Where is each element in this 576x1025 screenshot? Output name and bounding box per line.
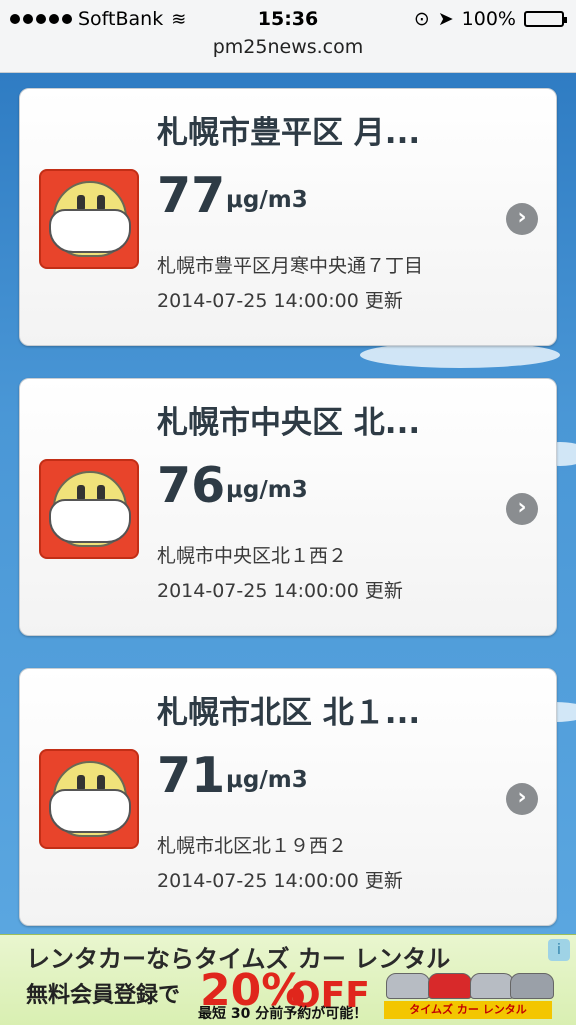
url-bar[interactable]: pm25news.com [0,36,576,58]
status-right: ⊙ ➤ 100% [413,8,567,30]
pm25-unit: μg/m3 [226,477,308,503]
rotation-lock-icon: ⊙ [413,8,430,30]
chevron-right-icon[interactable]: › [506,783,538,815]
mask-face-icon [39,459,139,559]
ad-subline: 無料会員登録で [26,983,181,1008]
station-card[interactable]: 札幌市豊平区 月... 77 μg/m3 札幌市豊平区月寒中央通７丁目 2014… [19,88,557,346]
chevron-right-icon[interactable]: › [506,493,538,525]
updated-time: 2014-07-25 14:00:00 更新 [157,870,403,892]
mask-face-icon [39,169,139,269]
ad-banner[interactable]: レンタカーならタイムズ カー レンタル 無料会員登録で 20% OFF 最短 3… [0,934,576,1025]
pm25-value: 77 [157,167,226,224]
chevron-right-icon[interactable]: › [506,203,538,235]
ad-note: 最短 30 分前予約が可能！ [198,1006,368,1022]
location-icon: ➤ [437,8,454,30]
battery-icon [524,11,567,27]
pm25-value: 71 [157,747,226,804]
station-address: 札幌市北区北１９西２ [157,835,348,857]
station-address: 札幌市豊平区月寒中央通７丁目 [157,255,424,277]
updated-time: 2014-07-25 14:00:00 更新 [157,580,403,602]
mask-face-icon [39,749,139,849]
ad-brand: タイムズ カー レンタル [384,1001,552,1019]
station-card[interactable]: 札幌市北区 北１... 71 μg/m3 札幌市北区北１９西２ 2014-07-… [19,668,557,926]
station-title: 札幌市北区 北１... [157,695,421,731]
ad-info-icon[interactable]: i [548,939,570,961]
station-title: 札幌市中央区 北... [157,405,421,441]
battery-percent: 100% [461,8,516,30]
station-card[interactable]: 札幌市中央区 北... 76 μg/m3 札幌市中央区北１西２ 2014-07-… [19,378,557,636]
pm25-value: 76 [157,457,226,514]
station-address: 札幌市中央区北１西２ [157,545,348,567]
updated-time: 2014-07-25 14:00:00 更新 [157,290,403,312]
pm25-unit: μg/m3 [226,187,308,213]
pm25-unit: μg/m3 [226,767,308,793]
status-bar: SoftBank ≋ 15:36 ⊙ ➤ 100% pm25news.com [0,0,576,73]
station-title: 札幌市豊平区 月... [157,115,421,151]
